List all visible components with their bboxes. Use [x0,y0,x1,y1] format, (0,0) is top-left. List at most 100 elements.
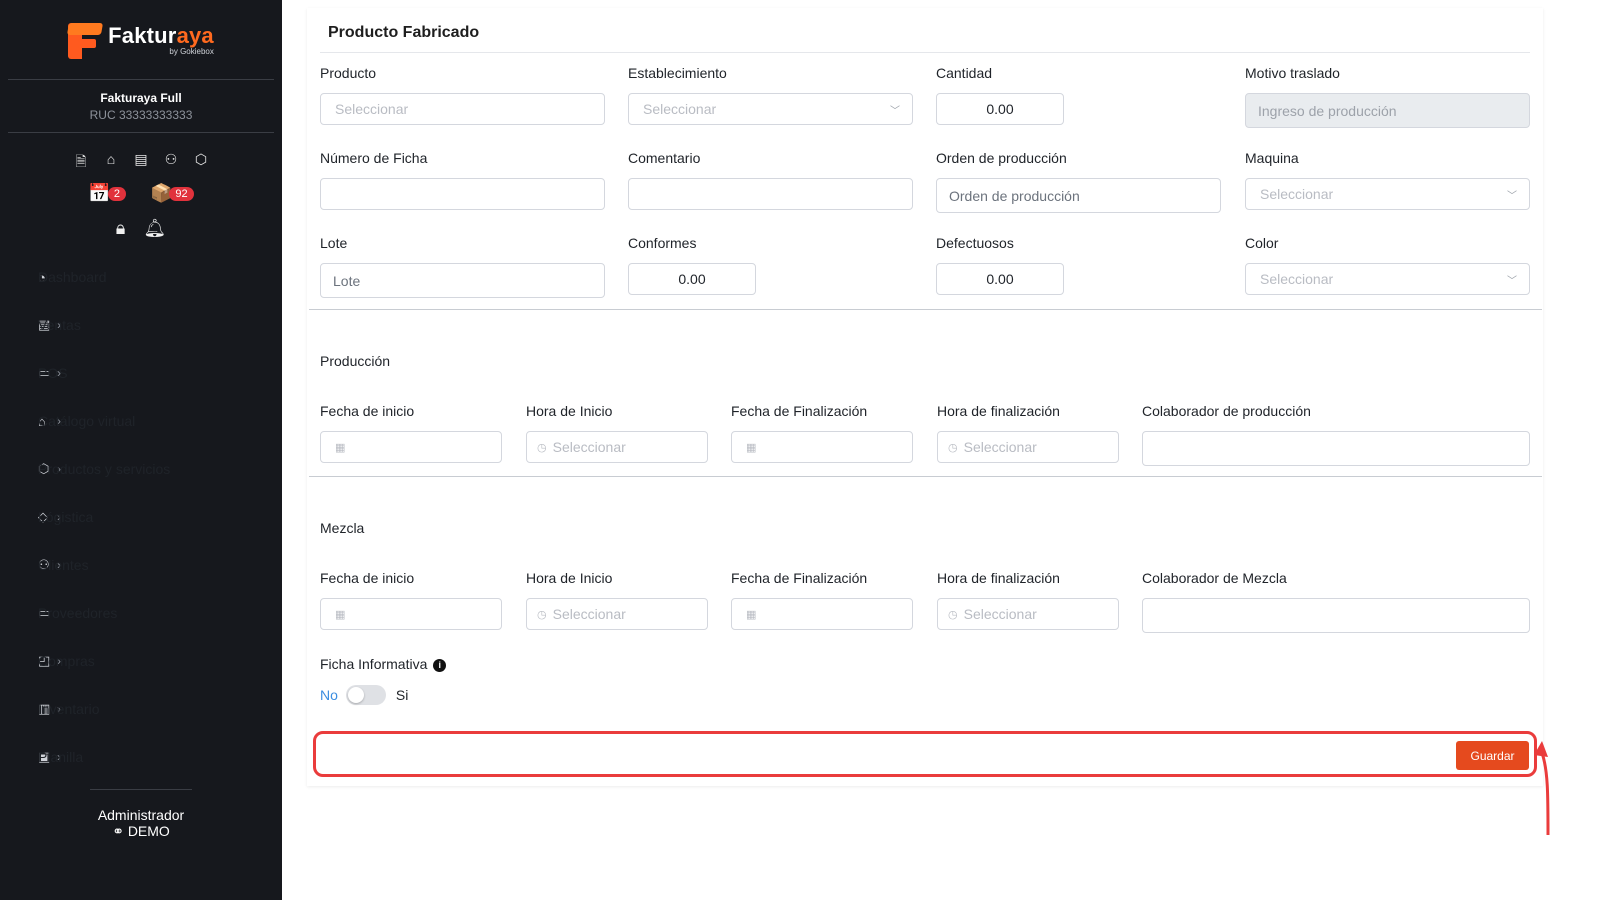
fakturaya-logo-icon [67,21,104,59]
defectuosos-value: 0.00 [986,271,1014,287]
box-icon[interactable]: ⬡ [193,151,210,175]
toggle-no-label: No [320,687,338,703]
sidebar-item-compras[interactable]: ◰ Compras › [0,637,282,685]
mezcla-hora-fin-label: Hora de finalización [937,570,1060,586]
ficha-informativa-switch[interactable] [345,685,386,705]
maquina-select[interactable]: Seleccionar ﹀ [1245,178,1530,210]
sidebar-item-inventario[interactable]: ▥ Inventario › [0,685,282,733]
sidebar-item-label: Catálogo virtual [38,413,136,429]
sidebar-item-label: Clientes [38,557,89,573]
lote-label: Lote [320,235,348,251]
prod-colaborador-input[interactable] [1142,431,1530,466]
info-icon[interactable]: i [433,658,447,672]
sidebar-item-proveedores[interactable]: ▭ Proveedores [0,589,282,637]
mezcla-colaborador-label: Colaborador de Mezcla [1142,570,1287,586]
maquina-placeholder: Seleccionar [1260,186,1334,202]
establecimiento-placeholder: Seleccionar [643,101,717,117]
user-name-row: ⚭ DEMO [90,823,192,840]
user-profile[interactable]: Administrador ⚭ DEMO [90,789,192,840]
ficha-informativa-label: Ficha Informativa i [320,656,447,672]
mezcla-fecha-fin-label: Fecha de Finalización [731,570,868,586]
receipt-icon[interactable]: ▤ [133,151,150,175]
company-name: Fakturaya Full [100,91,182,105]
calendar-icon: ▦ [746,441,757,454]
section-divider [309,309,1542,310]
sidebar-item-planilla[interactable]: ▣ Planilla › [0,733,282,781]
boxes-count-badge: 92 [169,186,194,201]
sidebar-item-catalogo[interactable]: ⌂ Catálogo virtual › [0,397,282,445]
sidebar-item-label: Productos y servicios [38,461,171,477]
sidebar-item-label: Lógistica [38,509,94,525]
sidebar-item-label: Ventas [38,317,81,333]
chevron-down-icon: ﹀ [1507,191,1517,202]
producto-select[interactable]: Seleccionar [320,93,605,125]
mezcla-hora-inicio-label: Hora de Inicio [526,570,613,586]
cantidad-input[interactable]: 0.00 [936,93,1064,125]
mezcla-colaborador-input[interactable] [1142,598,1530,633]
chevron-down-icon: ﹀ [1507,276,1517,287]
color-label: Color [1245,235,1279,251]
producto-placeholder: Seleccionar [335,101,409,117]
new-document-icon[interactable]: 🗎 [73,151,90,175]
comentario-label: Comentario [628,150,701,166]
sidebar-item-clientes[interactable]: ⚇ Clientes › [0,541,282,589]
numero-ficha-input[interactable] [320,178,605,210]
sidebar-item-pos[interactable]: ▭ POS › [0,349,282,397]
color-select[interactable]: Seleccionar ﹀ [1245,263,1530,295]
sidebar-item-label: POS [38,365,68,381]
motivo-value: Ingreso de producción [1258,102,1397,119]
cantidad-label: Cantidad [936,65,993,81]
establecimiento-select[interactable]: Seleccionar ﹀ [628,93,913,125]
sidebar-item-productos[interactable]: ⬡ Productos y servicios › [0,445,282,493]
clock-icon: ◷ [537,441,547,454]
brand-logo[interactable]: Fakturaya by Gokiebox [8,0,274,80]
pointer-arrow-icon [1534,741,1550,836]
orden-placeholder: Orden de producción [949,187,1080,204]
calendar-badge[interactable]: 📅 2 [88,183,126,204]
defectuosos-input[interactable]: 0.00 [936,263,1064,295]
save-button[interactable]: Guardar [1456,741,1529,770]
conformes-input[interactable]: 0.00 [628,263,756,295]
calendar-icon: ▦ [335,441,346,454]
motivo-input: Ingreso de producción [1245,93,1530,128]
sidebar-item-ventas[interactable]: ▤ Ventas › [0,301,282,349]
sidebar-item-label: Compras [38,653,95,669]
sidebar-item-dashboard[interactable]: ◔ Dashboard [0,253,282,301]
mezcla-hora-fin-input[interactable]: ◷ Seleccionar [937,598,1119,630]
orden-input[interactable]: Orden de producción [936,178,1221,213]
boxes-badge[interactable]: 📦 92 [150,183,194,204]
calendar-icon: ▦ [746,608,757,621]
lote-placeholder: Lote [333,272,361,289]
prod-hora-fin-input[interactable]: ◷ Seleccionar [937,431,1119,463]
page-title: Producto Fabricado [328,24,480,41]
numero-ficha-label: Número de Ficha [320,150,428,166]
users-icon[interactable]: ⚇ [163,151,180,175]
sidebar-item-logistica[interactable]: ◇ Lógistica › [0,493,282,541]
prod-fecha-fin-label: Fecha de Finalización [731,403,868,419]
company-info: Fakturaya Full RUC 33333333333 [8,80,274,133]
title-divider [320,52,1530,53]
lote-input[interactable]: Lote [320,263,605,298]
mezcla-hora-fin-placeholder: Seleccionar [963,606,1037,622]
orden-label: Orden de producción [936,150,1067,166]
calendar-icon: ▦ [335,608,346,621]
mezcla-hora-inicio-placeholder: Seleccionar [552,606,626,622]
clock-icon: ◷ [948,608,958,621]
lock-icon[interactable]: 🔒︎ [116,218,126,239]
comentario-input[interactable] [628,178,913,210]
prod-hora-fin-label: Hora de finalización [937,403,1060,419]
prod-hora-inicio-input[interactable]: ◷ Seleccionar [526,431,708,463]
store-icon[interactable]: ⌂ [103,151,120,175]
mezcla-hora-inicio-input[interactable]: ◷ Seleccionar [526,598,708,630]
save-highlight-frame [313,731,1537,777]
user-role: Administrador [97,807,185,823]
clock-icon: ◷ [948,441,958,454]
bell-icon[interactable]: 🔔︎ [143,218,166,239]
cantidad-value: 0.00 [986,101,1014,117]
mezcla-fecha-inicio-input[interactable]: ▦ [320,598,502,630]
sidebar-item-label: Proveedores [38,605,118,621]
brand-name: Fakturaya [108,23,214,48]
prod-fecha-fin-input[interactable]: ▦ [731,431,913,463]
mezcla-fecha-fin-input[interactable]: ▦ [731,598,913,630]
prod-fecha-inicio-input[interactable]: ▦ [320,431,502,463]
